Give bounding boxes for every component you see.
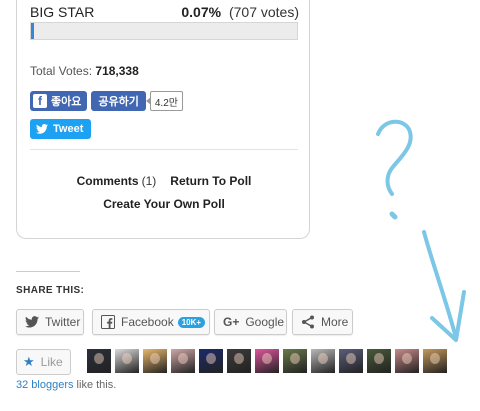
share-more-button[interactable]: More <box>292 309 353 335</box>
share-facebook-count: 10K+ <box>177 316 206 328</box>
comments-link[interactable]: Comments <box>77 174 139 188</box>
liker-avatar[interactable] <box>87 349 111 373</box>
liker-avatar[interactable] <box>171 349 195 373</box>
bloggers-count-link[interactable]: 32 bloggers <box>16 379 74 391</box>
poll-option-percent: 0.07% <box>181 4 222 20</box>
poll-progress-bar <box>30 22 298 40</box>
facebook-icon: f <box>33 94 47 108</box>
liker-avatar[interactable] <box>339 349 363 373</box>
total-votes-label: Total Votes: <box>30 64 93 78</box>
liker-avatar[interactable] <box>395 349 419 373</box>
facebook-share-label: 공유하기 <box>98 96 139 108</box>
comments-count: (1) <box>141 174 157 188</box>
facebook-share-button[interactable]: 공유하기 <box>91 91 146 111</box>
liker-avatar[interactable] <box>311 349 335 373</box>
twitter-bird-icon <box>36 124 48 134</box>
share-twitter-label: Twitter <box>45 315 81 329</box>
liker-avatar[interactable] <box>423 349 447 373</box>
return-to-poll-link[interactable]: Return To Poll <box>170 174 251 188</box>
liker-avatar[interactable] <box>227 349 251 373</box>
poll-option-name: BIG STAR <box>30 4 95 20</box>
share-more-label: More <box>321 315 349 329</box>
question-mark-dot <box>389 211 398 220</box>
facebook-widget: f 좋아요 공유하기 4.2만 <box>30 91 183 111</box>
liker-avatar[interactable] <box>199 349 223 373</box>
share-google-button[interactable]: G+ Google <box>214 309 287 335</box>
arrow-shaft <box>422 230 458 340</box>
liker-avatar[interactable] <box>115 349 139 373</box>
liker-avatars <box>87 349 451 373</box>
like-label: Like <box>40 355 63 369</box>
poll-card: BIG STAR 0.07% (707 votes) Total Votes: … <box>16 0 310 239</box>
star-icon: ★ <box>23 354 35 369</box>
poll-option-votes: (707 votes) <box>228 4 299 20</box>
share-icon <box>301 315 315 329</box>
share-google-label: Google <box>245 315 285 329</box>
facebook-like-label: 좋아요 <box>51 96 82 108</box>
bloggers-like-text: 32 bloggers like this. <box>16 379 116 391</box>
tweet-button[interactable]: Tweet <box>30 119 92 139</box>
question-mark-curve <box>376 119 413 196</box>
arrow-head <box>430 290 466 342</box>
total-votes-value: 718,338 <box>95 64 139 78</box>
poll-progress-fill <box>31 23 35 39</box>
share-twitter-button[interactable]: Twitter <box>16 309 84 335</box>
poll-option-stats: 0.07% (707 votes) <box>181 4 299 20</box>
liker-avatar[interactable] <box>367 349 391 373</box>
facebook-icon <box>101 315 115 329</box>
liker-avatar[interactable] <box>283 349 307 373</box>
tweet-label: Tweet <box>53 123 84 135</box>
share-title: SHARE THIS: <box>16 285 85 296</box>
share-divider <box>16 271 80 272</box>
poll-links-row: Comments (1) Return To Poll <box>17 174 311 188</box>
facebook-share-count: 4.2만 <box>145 91 183 111</box>
facebook-like-button[interactable]: f 좋아요 <box>30 91 88 111</box>
share-facebook-button[interactable]: Facebook 10K+ <box>92 309 210 335</box>
like-button[interactable]: ★ Like <box>16 349 71 375</box>
bloggers-suffix: like this. <box>73 379 117 391</box>
twitter-icon <box>25 316 39 328</box>
total-votes: Total Votes: 718,338 <box>30 64 139 78</box>
share-facebook-label: Facebook <box>121 315 174 329</box>
google-plus-icon: G+ <box>223 315 240 329</box>
poll-divider <box>30 149 298 150</box>
create-poll-link[interactable]: Create Your Own Poll <box>17 197 311 211</box>
liker-avatar[interactable] <box>255 349 279 373</box>
liker-avatar[interactable] <box>143 349 167 373</box>
